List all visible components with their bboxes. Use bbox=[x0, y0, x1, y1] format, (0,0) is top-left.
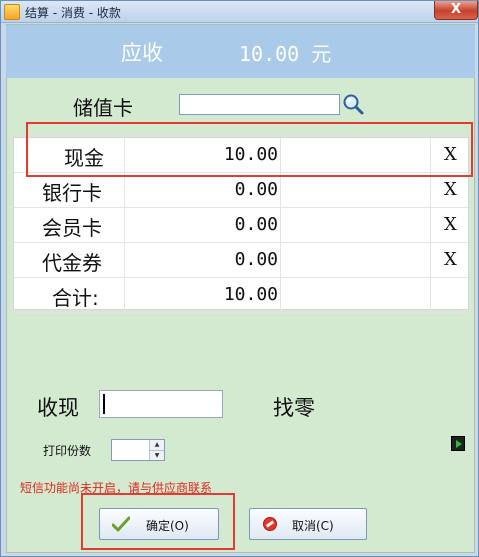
remove-payment-button[interactable]: X bbox=[444, 179, 457, 200]
payment-amount[interactable]: 0.00 bbox=[235, 179, 278, 200]
stepper-up-icon[interactable]: ▲ bbox=[149, 440, 164, 450]
title-bar[interactable]: 结算 - 消费 - 收款 X bbox=[1, 1, 478, 23]
payment-row-bank-card[interactable]: 银行卡 0.00 X bbox=[14, 173, 468, 208]
cash-received-input[interactable] bbox=[99, 390, 223, 418]
highlight-box-cash-row bbox=[26, 122, 473, 177]
checkmark-icon bbox=[112, 516, 130, 532]
cancel-icon bbox=[263, 517, 277, 531]
payment-row-voucher[interactable]: 代金券 0.00 X bbox=[14, 243, 468, 278]
print-copies-label: 打印份数 bbox=[43, 444, 92, 458]
remove-payment-button[interactable]: X bbox=[444, 214, 457, 235]
payment-row-total: 合计: 10.00 bbox=[14, 278, 468, 313]
window-title: 结算 - 消费 - 收款 bbox=[25, 6, 121, 20]
stepper-down-icon[interactable]: ▼ bbox=[149, 450, 164, 460]
remove-payment-button[interactable]: X bbox=[444, 249, 457, 270]
amount-due-value: 10.00 元 bbox=[239, 42, 332, 66]
amount-due-label: 应收 bbox=[121, 41, 163, 65]
ok-button[interactable]: 确定(O) bbox=[99, 508, 219, 540]
search-icon[interactable] bbox=[342, 93, 365, 116]
payment-method-name: 银行卡 bbox=[42, 181, 102, 205]
cancel-button[interactable]: 取消(C) bbox=[249, 508, 367, 540]
print-copies-stepper[interactable]: ▲ ▼ bbox=[111, 439, 165, 461]
app-icon bbox=[4, 4, 20, 20]
stored-value-card-label: 储值卡 bbox=[73, 96, 133, 120]
payment-row-member-card[interactable]: 会员卡 0.00 X bbox=[14, 208, 468, 243]
total-label: 合计: bbox=[52, 286, 99, 310]
payment-amount[interactable]: 0.00 bbox=[235, 249, 278, 270]
ok-button-label: 确定(O) bbox=[146, 519, 189, 533]
change-label: 找零 bbox=[273, 396, 315, 420]
cash-received-label: 收现 bbox=[37, 396, 79, 420]
cancel-button-label: 取消(C) bbox=[292, 519, 334, 533]
stored-value-card-input[interactable] bbox=[179, 94, 340, 115]
payment-method-name: 会员卡 bbox=[42, 216, 102, 240]
checkout-window: 结算 - 消费 - 收款 X 应收 10.00 元 储值卡 现金 10.00 X… bbox=[0, 0, 479, 557]
total-amount: 10.00 bbox=[223, 284, 278, 305]
sms-settings-icon[interactable] bbox=[451, 436, 465, 451]
text-caret bbox=[103, 394, 105, 414]
payment-amount[interactable]: 0.00 bbox=[235, 214, 278, 235]
close-button[interactable]: X bbox=[434, 1, 478, 20]
payment-method-name: 代金券 bbox=[42, 251, 102, 275]
